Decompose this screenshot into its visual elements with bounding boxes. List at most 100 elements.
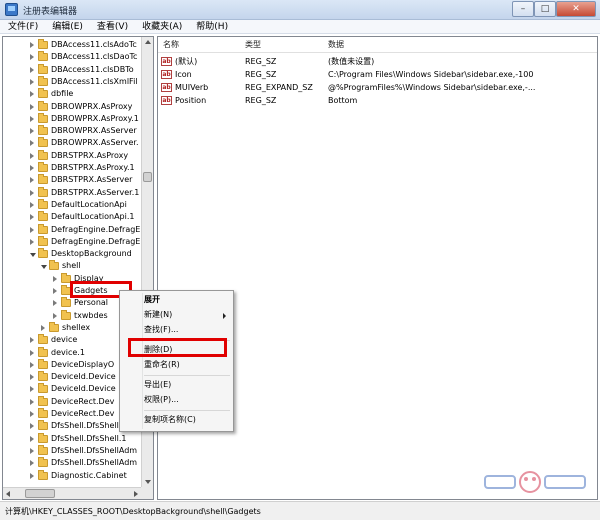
collapsed-arrow-icon[interactable]	[30, 226, 34, 233]
menu-view[interactable]: 查看(V)	[97, 20, 128, 33]
tree-item[interactable]: DBROWPRX.AsProxy	[30, 100, 141, 113]
folder-icon	[38, 75, 48, 86]
collapsed-arrow-icon[interactable]	[30, 460, 34, 467]
collapsed-arrow-icon[interactable]	[53, 300, 57, 307]
collapsed-arrow-icon[interactable]	[30, 411, 34, 417]
tree-item[interactable]: DBROWPRX.AsServer	[30, 125, 141, 137]
tree-item-label: Diagnostic.Cabinet	[51, 470, 127, 480]
menu-export[interactable]: 导出(E)	[144, 378, 171, 392]
status-bar: 计算机\HKEY_CLASSES_ROOT\DesktopBackground\…	[0, 501, 600, 520]
tree-item[interactable]: shell	[41, 260, 141, 272]
tree-item[interactable]: DfsShell.DfsShellAdm	[30, 457, 141, 469]
menu-help[interactable]: 帮助(H)	[196, 20, 228, 33]
tree-item-label: DBROWPRX.AsProxy.1	[51, 113, 139, 123]
collapsed-arrow-icon[interactable]	[30, 423, 34, 430]
tree-item[interactable]: DBRSTPRX.AsProxy	[30, 149, 141, 162]
hscroll-thumb[interactable]	[25, 489, 55, 498]
tree-item[interactable]: DesktopBackground	[30, 248, 141, 260]
column-header-name[interactable]: 名称	[163, 37, 179, 53]
collapsed-arrow-icon[interactable]	[30, 66, 34, 73]
tree-horizontal-scrollbar[interactable]	[3, 487, 141, 499]
value-row[interactable]: ab (默认) REG_SZ (数值未设置)	[158, 55, 597, 68]
menu-file[interactable]: 文件(F)	[8, 20, 38, 33]
collapsed-arrow-icon[interactable]	[30, 189, 34, 196]
collapsed-arrow-icon[interactable]	[30, 337, 34, 344]
watermark-logo-icon	[484, 471, 586, 493]
collapsed-arrow-icon[interactable]	[30, 91, 34, 98]
tree-item[interactable]: DBRSTPRX.AsServer.1	[30, 186, 141, 199]
tree-item[interactable]: DBROWPRX.AsServer.	[30, 137, 141, 149]
tree-item[interactable]: dbfile	[30, 88, 141, 100]
collapsed-arrow-icon[interactable]	[30, 349, 34, 356]
tree-item[interactable]: DBROWPRX.AsProxy.1	[30, 112, 141, 125]
tree-item[interactable]: DefragEngine.DefragE	[30, 235, 141, 248]
tree-item[interactable]: DBAccess11.clsAdoTc	[30, 39, 141, 51]
collapsed-arrow-icon[interactable]	[30, 152, 34, 159]
collapsed-arrow-icon[interactable]	[30, 165, 34, 171]
tree-item[interactable]: DefaultLocationApi	[30, 198, 141, 211]
tree-item[interactable]: DfsShell.DfsShellAdm	[30, 444, 141, 457]
collapsed-arrow-icon[interactable]	[30, 177, 34, 184]
column-header-type[interactable]: 类型	[245, 37, 261, 53]
collapsed-arrow-icon[interactable]	[41, 324, 45, 331]
collapsed-arrow-icon[interactable]	[30, 201, 34, 208]
collapsed-arrow-icon[interactable]	[30, 447, 34, 454]
collapsed-arrow-icon[interactable]	[30, 374, 34, 381]
menu-copy-key-name[interactable]: 复制项名称(C)	[144, 413, 196, 427]
collapsed-arrow-icon[interactable]	[30, 472, 34, 479]
scroll-up-icon[interactable]	[145, 40, 151, 44]
collapsed-arrow-icon[interactable]	[30, 128, 34, 135]
collapsed-arrow-icon[interactable]	[30, 214, 34, 221]
collapsed-arrow-icon[interactable]	[30, 361, 34, 368]
collapsed-arrow-icon[interactable]	[53, 275, 57, 282]
menu-edit[interactable]: 编辑(E)	[52, 20, 83, 33]
scroll-right-icon[interactable]	[134, 491, 138, 497]
collapsed-arrow-icon[interactable]	[53, 312, 57, 319]
tree-item-label: shellex	[62, 322, 91, 332]
collapsed-arrow-icon[interactable]	[30, 238, 34, 245]
value-row[interactable]: ab Position REG_SZ Bottom	[158, 94, 597, 107]
scroll-down-icon[interactable]	[145, 480, 151, 484]
scroll-thumb[interactable]	[143, 172, 152, 182]
collapsed-arrow-icon[interactable]	[30, 115, 34, 122]
menu-find[interactable]: 查找(F)...	[144, 323, 178, 337]
expanded-arrow-icon[interactable]	[41, 265, 47, 270]
menu-expand[interactable]: 展开	[144, 293, 160, 307]
tree-item[interactable]: DBRSTPRX.AsServer	[30, 174, 141, 186]
collapsed-arrow-icon[interactable]	[53, 288, 57, 294]
tree-item[interactable]: Diagnostic.Cabinet	[30, 469, 141, 482]
collapsed-arrow-icon[interactable]	[30, 386, 34, 393]
folder-icon	[38, 223, 48, 234]
folder-icon	[38, 162, 48, 172]
menu-permissions[interactable]: 权限(P)...	[144, 393, 179, 407]
tree-item[interactable]: DfsShell.DfsShell.1	[30, 432, 141, 445]
tree-item[interactable]: DBRSTPRX.AsProxy.1	[30, 162, 141, 174]
collapsed-arrow-icon[interactable]	[30, 398, 34, 405]
collapsed-arrow-icon[interactable]	[30, 435, 34, 442]
menu-new[interactable]: 新建(N)	[144, 308, 172, 322]
expanded-arrow-icon[interactable]	[30, 253, 36, 258]
tree-item[interactable]: DefaultLocationApi.1	[30, 211, 141, 223]
tree-item-label: DeviceDisplayO	[51, 359, 115, 369]
collapsed-arrow-icon[interactable]	[30, 140, 34, 147]
collapsed-arrow-icon[interactable]	[30, 78, 34, 85]
tree-item[interactable]: DBAccess11.clsDaoTc	[30, 51, 141, 63]
menu-rename[interactable]: 重命名(R)	[144, 358, 180, 372]
value-row[interactable]: ab Icon REG_SZ C:\Program Files\Windows …	[158, 68, 597, 81]
tree-item-label: device.1	[51, 347, 85, 357]
minimize-button[interactable]: –	[512, 1, 534, 17]
collapsed-arrow-icon[interactable]	[30, 42, 34, 48]
close-button[interactable]: ✕	[556, 1, 596, 17]
collapsed-arrow-icon[interactable]	[30, 103, 34, 110]
tree-item-label: DBRSTPRX.AsServer	[51, 175, 133, 185]
tree-item[interactable]: DefragEngine.DefragE	[30, 223, 141, 236]
tree-item[interactable]: DBAccess11.clsXmlFil	[30, 75, 141, 88]
menu-favorites[interactable]: 收藏夹(A)	[142, 20, 182, 33]
value-row[interactable]: ab MUIVerb REG_EXPAND_SZ @%ProgramFiles%…	[158, 81, 597, 94]
tree-item[interactable]: DBAccess11.clsDBTo	[30, 63, 141, 76]
column-header-data[interactable]: 数据	[328, 37, 344, 53]
scroll-left-icon[interactable]	[6, 491, 10, 497]
maximize-button[interactable]: □	[534, 1, 556, 17]
status-path: 计算机\HKEY_CLASSES_ROOT\DesktopBackground\…	[5, 507, 261, 516]
collapsed-arrow-icon[interactable]	[30, 54, 34, 61]
